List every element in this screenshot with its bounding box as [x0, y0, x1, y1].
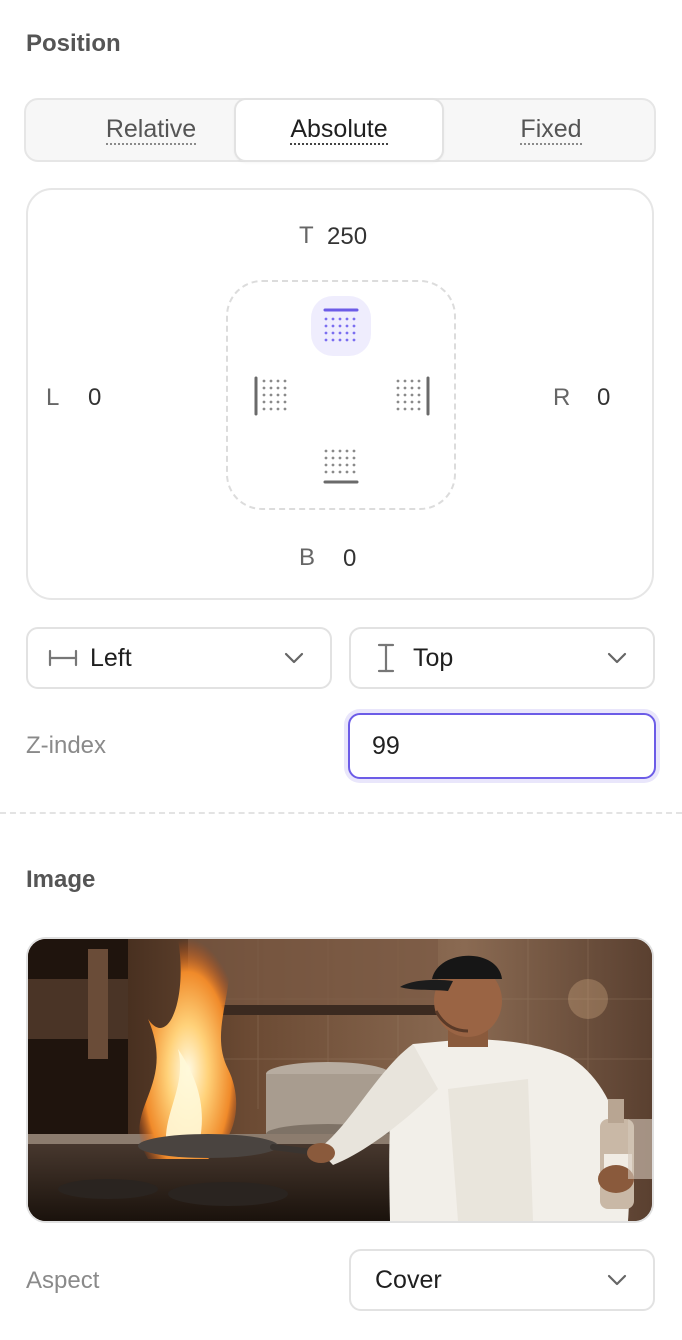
horizontal-anchor-dropdown[interactable]: Left [26, 627, 332, 689]
aspect-label: Aspect [26, 1267, 100, 1294]
mode-relative-button[interactable]: Relative [46, 100, 256, 160]
aspect-value: Cover [375, 1265, 442, 1294]
mode-fixed-label: Fixed [520, 115, 582, 146]
left-offset-label: L [46, 384, 60, 411]
chevron-down-icon [607, 1274, 627, 1286]
position-mode-segmented-control: Relative Absolute Fixed [24, 98, 656, 162]
chevron-down-icon [284, 652, 304, 664]
bottom-offset-value[interactable]: 0 [343, 545, 356, 573]
vertical-anchor-value: Top [413, 643, 454, 672]
top-offset-value[interactable]: 250 [327, 223, 367, 251]
horizontal-anchor-value: Left [90, 643, 132, 672]
section-divider [0, 812, 682, 814]
vertical-span-icon [371, 643, 401, 673]
aspect-dropdown[interactable]: Cover [349, 1249, 655, 1311]
mode-fixed-button[interactable]: Fixed [446, 100, 656, 160]
anchor-picker [226, 280, 456, 510]
right-offset-value[interactable]: 0 [597, 384, 610, 412]
mode-absolute-label: Absolute [290, 115, 388, 146]
zindex-input[interactable] [348, 713, 656, 779]
mode-relative-label: Relative [105, 115, 197, 146]
chevron-down-icon [607, 652, 627, 664]
anchor-top-icon [323, 308, 359, 342]
anchor-top-button[interactable] [311, 296, 371, 356]
zindex-label: Z-index [26, 732, 107, 759]
anchor-left-icon [254, 376, 287, 416]
horizontal-span-icon [48, 643, 78, 673]
anchor-bottom-button[interactable] [311, 436, 371, 496]
anchor-left-button[interactable] [242, 366, 302, 426]
image-preview[interactable] [26, 937, 654, 1223]
mode-absolute-button[interactable]: Absolute [234, 98, 444, 162]
left-offset-value[interactable]: 0 [88, 384, 101, 412]
vertical-anchor-dropdown[interactable]: Top [349, 627, 655, 689]
position-section-title: Position [26, 30, 121, 57]
bottom-offset-label: B [299, 544, 316, 571]
anchor-right-icon [396, 376, 430, 416]
anchor-bottom-icon [323, 449, 359, 484]
position-offset-box: T 250 L 0 R 0 B 0 [26, 188, 654, 600]
image-section-title: Image [26, 866, 96, 893]
top-offset-label: T [299, 222, 314, 249]
anchor-right-button[interactable] [382, 366, 442, 426]
right-offset-label: R [553, 384, 571, 411]
zindex-focus-ring [344, 709, 660, 783]
chef-flambe-photo [28, 939, 652, 1221]
